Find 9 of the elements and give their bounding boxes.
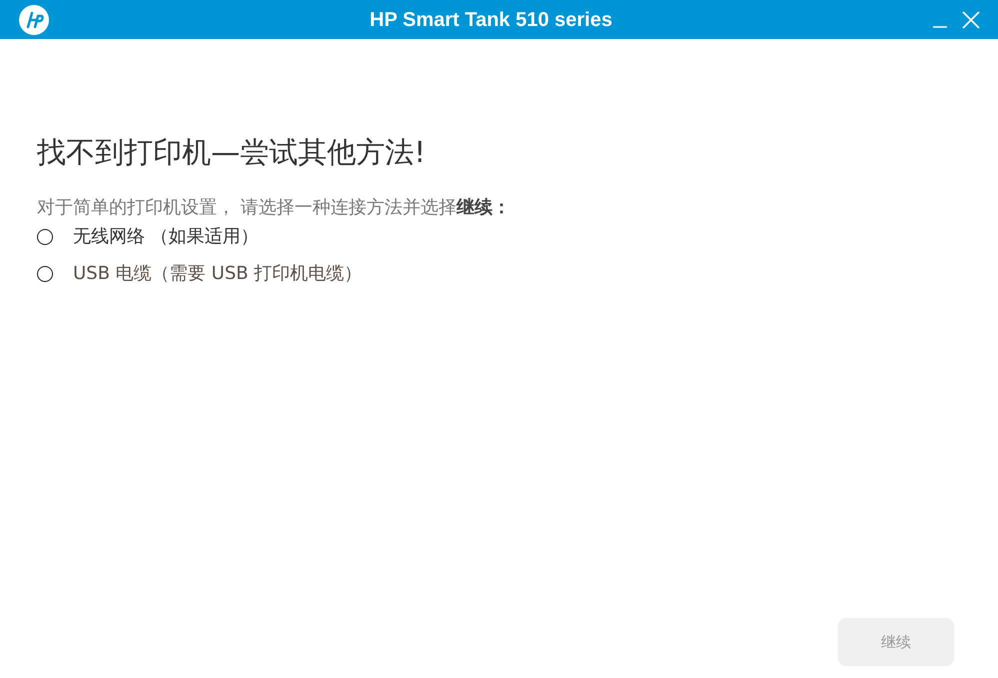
- radio-button[interactable]: [37, 266, 53, 282]
- close-icon[interactable]: [962, 10, 980, 28]
- radio-button[interactable]: [37, 228, 53, 245]
- window-title: HP Smart Tank 510 series: [370, 8, 612, 32]
- logo-icon: [18, 4, 50, 36]
- instruction-text: 对于简单的打印机设置， 请选择一种连接方法并选择继续：: [37, 196, 512, 220]
- option-label[interactable]: USB 电缆（需要 USB 打印机电缆）: [73, 260, 362, 288]
- option-label[interactable]: 无线网络 （如果适用）: [73, 223, 259, 250]
- page-heading: 找不到打印机—尝试其他方法!: [37, 134, 427, 170]
